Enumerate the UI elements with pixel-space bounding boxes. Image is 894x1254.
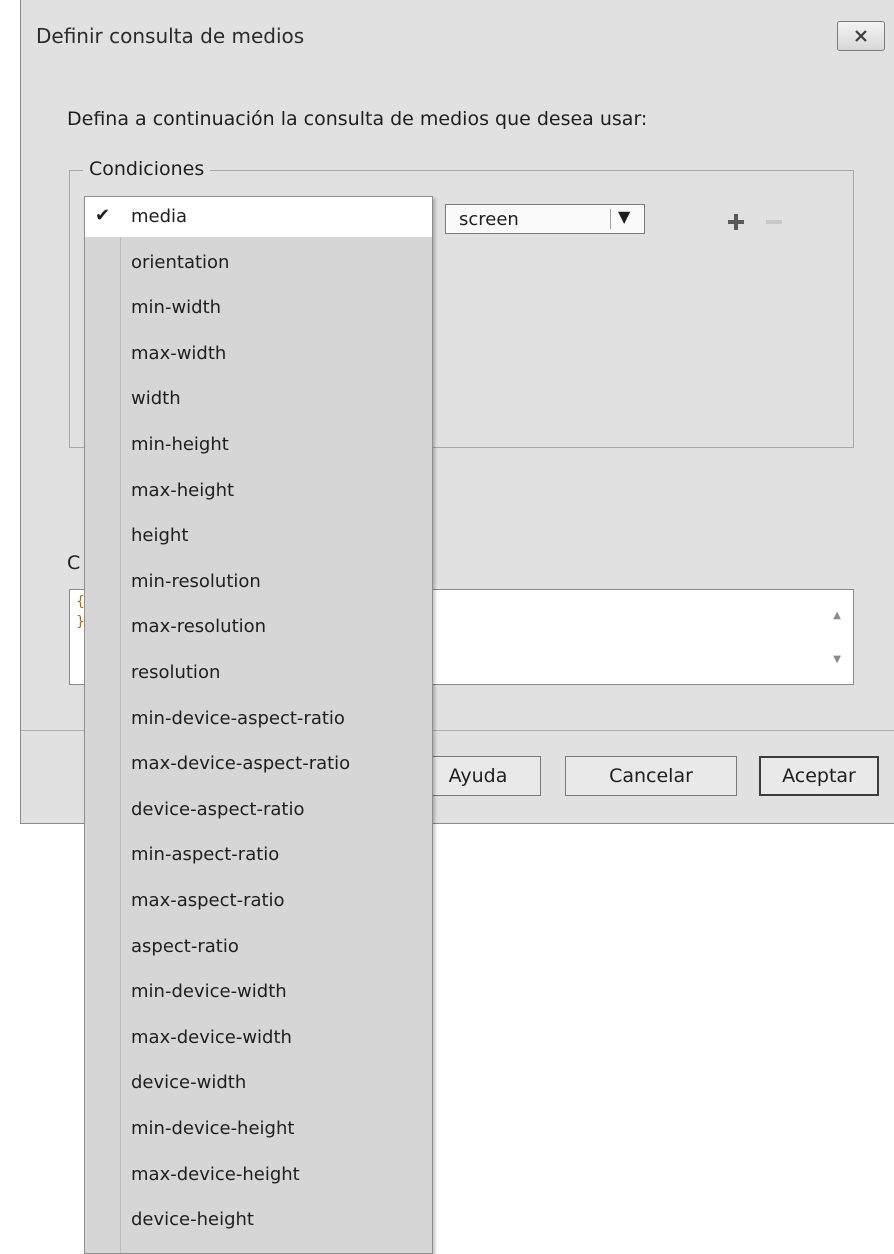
condition-value-text: screen <box>459 209 519 230</box>
dropdown-item-orientation[interactable]: orientation <box>85 243 432 283</box>
remove-condition-button[interactable] <box>765 213 783 231</box>
dropdown-item-height[interactable]: height <box>85 516 432 556</box>
dropdown-item-label: min-aspect-ratio <box>131 844 280 866</box>
dropdown-item-label: max-device-aspect-ratio <box>131 753 351 775</box>
close-button[interactable] <box>837 21 885 51</box>
dropdown-item-resolution[interactable]: resolution <box>85 653 432 693</box>
help-button[interactable]: Ayuda <box>415 756 541 796</box>
dropdown-item-min-device-height[interactable]: min-device-height <box>85 1109 432 1149</box>
cancel-button[interactable]: Cancelar <box>565 756 737 796</box>
dropdown-item-max-aspect-ratio[interactable]: max-aspect-ratio <box>85 881 432 921</box>
dropdown-item-label: min-device-height <box>131 1118 295 1139</box>
dropdown-item-label: aspect-ratio <box>131 935 239 957</box>
dropdown-item-media[interactable]: ✔ media <box>85 197 432 237</box>
dropdown-item-max-width[interactable]: max-width <box>85 334 432 374</box>
dropdown-item-device-height[interactable]: device-height <box>85 1200 432 1240</box>
dropdown-item-label: resolution <box>131 662 221 683</box>
dropdown-item-min-device-width[interactable]: min-device-width <box>85 972 432 1012</box>
dropdown-item-label: device-aspect-ratio <box>131 798 305 820</box>
dropdown-item-label: min-device-aspect-ratio <box>131 707 345 729</box>
ok-button[interactable]: Aceptar <box>759 756 879 796</box>
dropdown-item-label: device-width <box>131 1072 247 1094</box>
dropdown-item-min-resolution[interactable]: min-resolution <box>85 562 432 602</box>
dropdown-item-label: height <box>131 525 189 547</box>
dropdown-item-label: max-device-width <box>131 1026 292 1048</box>
dropdown-item-label: max-aspect-ratio <box>131 890 285 911</box>
conditions-legend: Condiciones <box>83 158 211 180</box>
dropdown-item-min-height[interactable]: min-height <box>85 425 432 465</box>
condition-property-dropdown: ✔ media orientation min-width max-width width… <box>84 196 433 1254</box>
dropdown-item-label: device-height <box>131 1209 254 1231</box>
dropdown-item-label: media <box>131 206 188 227</box>
dropdown-item-max-device-height[interactable]: max-device-height <box>85 1155 432 1195</box>
add-condition-button[interactable] <box>727 213 745 231</box>
dropdown-item-label: min-device-width <box>131 981 287 1003</box>
dropdown-item-label: min-width <box>131 297 222 319</box>
checkmark-icon: ✔ <box>95 205 111 226</box>
dropdown-item-label: min-height <box>131 434 229 455</box>
dropdown-item-max-height[interactable]: max-height <box>85 471 432 511</box>
dropdown-item-label: max-height <box>131 479 235 501</box>
dropdown-item-device-aspect-ratio[interactable]: device-aspect-ratio <box>85 790 432 830</box>
close-icon <box>855 30 867 42</box>
dropdown-item-aspect-ratio[interactable]: aspect-ratio <box>85 927 432 967</box>
dropdown-item-device-width[interactable]: device-width <box>85 1063 432 1103</box>
dropdown-item-label: max-width <box>131 342 227 364</box>
dropdown-item-min-width[interactable]: min-width <box>85 288 432 328</box>
select-separator <box>610 209 611 229</box>
dropdown-item-label: max-device-height <box>131 1163 300 1185</box>
chevron-down-icon: ▼ <box>618 207 631 226</box>
dropdown-item-label: width <box>131 388 181 410</box>
dropdown-item-min-aspect-ratio[interactable]: min-aspect-ratio <box>85 835 432 875</box>
dropdown-item-max-resolution[interactable]: max-resolution <box>85 607 432 647</box>
title-bar: Definir consulta de medios <box>21 0 894 76</box>
dialog-title: Definir consulta de medios <box>36 24 305 48</box>
dropdown-item-label: max-resolution <box>131 616 267 638</box>
condition-value-select[interactable]: screen ▼ <box>445 204 645 234</box>
scroll-down-icon[interactable]: ▼ <box>833 654 841 665</box>
dropdown-item-max-device-aspect-ratio[interactable]: max-device-aspect-ratio <box>85 744 432 784</box>
dropdown-item-min-device-aspect-ratio[interactable]: min-device-aspect-ratio <box>85 699 432 739</box>
code-label: C <box>67 552 81 574</box>
dropdown-item-label: min-resolution <box>131 570 261 592</box>
dropdown-item-width[interactable]: width <box>85 379 432 419</box>
scroll-up-icon[interactable]: ▲ <box>833 610 841 621</box>
dialog-prompt: Defina a continuación la consulta de med… <box>67 108 648 130</box>
dropdown-item-max-device-width[interactable]: max-device-width <box>85 1018 432 1058</box>
dropdown-item-label: orientation <box>131 251 230 273</box>
